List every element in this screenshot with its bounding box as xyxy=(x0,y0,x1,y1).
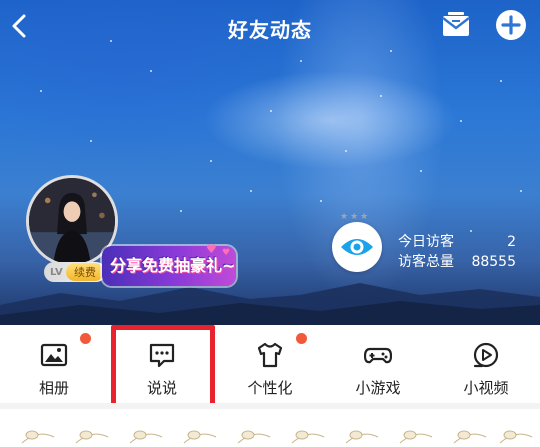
nav-item-shuoshuo[interactable]: 说说 xyxy=(108,325,216,403)
top-bar: 好友动态 xyxy=(0,0,540,56)
feature-nav: 相册 说说 个性化 小游戏 小视频 xyxy=(0,325,540,403)
flower-icon xyxy=(129,430,163,444)
nav-item-personalize[interactable]: 个性化 xyxy=(216,325,324,403)
chat-bubble-icon xyxy=(149,343,175,368)
tshirt-icon xyxy=(257,342,283,368)
add-icon[interactable] xyxy=(494,8,528,42)
visitor-eye-button[interactable] xyxy=(332,222,382,272)
play-video-icon xyxy=(473,342,499,368)
eye-icon xyxy=(341,239,373,255)
today-visitors-label: 今日访客 xyxy=(398,234,454,250)
notification-dot xyxy=(296,333,307,344)
flower-icon xyxy=(75,430,109,444)
flower-icon xyxy=(345,430,379,444)
flower-icon xyxy=(183,430,217,444)
flower-icon xyxy=(399,430,433,444)
total-visitors-count: 88555 xyxy=(471,254,516,270)
total-visitors-label: 访客总量 xyxy=(398,254,454,270)
nav-label-shortvideo: 小视频 xyxy=(463,379,509,397)
flower-icon xyxy=(237,430,271,444)
heart-icon: ♥ xyxy=(222,248,231,258)
nav-label-minigame: 小游戏 xyxy=(355,379,401,397)
flower-icon xyxy=(291,430,325,444)
photo-album-icon xyxy=(40,343,68,367)
nav-label-shuoshuo: 说说 xyxy=(146,379,177,397)
gamepad-icon xyxy=(364,347,392,364)
promo-banner[interactable]: 分享免费抽豪礼~ ♥ ♥ xyxy=(102,242,236,288)
total-visitors-row: 访客总量 88555 xyxy=(398,252,516,272)
nav-item-minigame[interactable]: 小游戏 xyxy=(324,325,432,403)
notification-dot xyxy=(80,333,91,344)
nav-label-album: 相册 xyxy=(38,379,69,397)
flower-icon xyxy=(499,430,533,444)
renew-button[interactable]: 续费 xyxy=(66,263,104,281)
nav-item-shortvideo[interactable]: 小视频 xyxy=(432,325,540,403)
nav-label-personalize: 个性化 xyxy=(247,379,293,397)
today-visitors-row: 今日访客 2 xyxy=(398,232,516,252)
decorative-strip xyxy=(0,403,540,447)
nav-item-album[interactable]: 相册 xyxy=(0,325,108,403)
today-visitors-count: 2 xyxy=(507,234,516,250)
star-rating-icon: ★★★ xyxy=(340,212,371,222)
message-box-icon[interactable] xyxy=(440,10,472,42)
visitor-stats[interactable]: 今日访客 2 访客总量 88555 xyxy=(398,232,516,272)
flower-icon xyxy=(453,430,487,444)
heart-icon: ♥ xyxy=(206,242,217,256)
level-text: LV xyxy=(50,266,63,278)
flower-icon xyxy=(21,430,55,444)
